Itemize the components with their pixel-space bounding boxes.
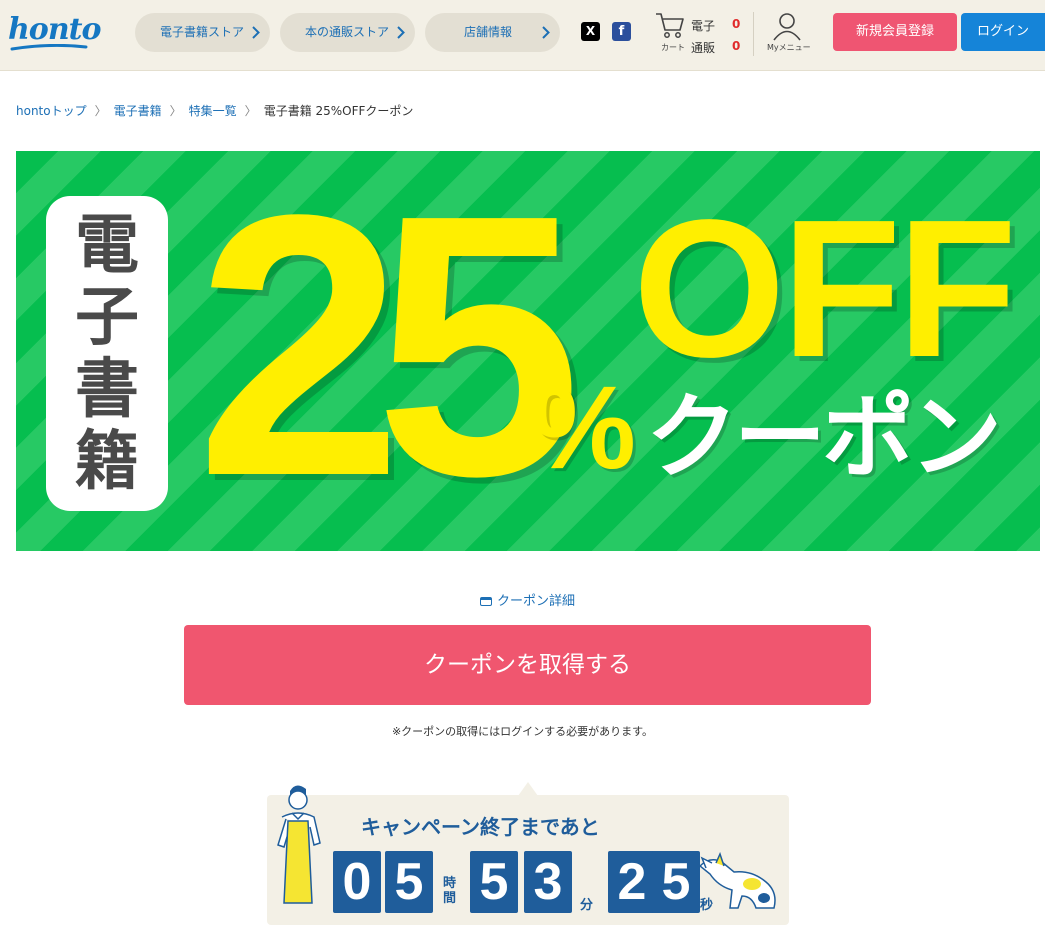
nav-ebook-store-label: 電子書籍ストア (160, 25, 245, 39)
mymenu-label: Myメニュー (767, 43, 811, 52)
coupon-detail-label: クーポン詳細 (497, 594, 576, 609)
banner-coupon-text: クーポン (646, 384, 1002, 491)
login-button[interactable]: ログイン (961, 13, 1045, 51)
login-required-note: ※クーポンの取得にはログインする必要があります。 (391, 725, 654, 738)
breadcrumb-separator-icon: 〉 (169, 104, 182, 118)
breadcrumb-separator-icon: 〉 (244, 104, 257, 118)
countdown-seconds-tens-digit: 2 (608, 851, 656, 913)
header-divider (753, 12, 754, 56)
site-header: honto 電子書籍ストア 本の通販ストア 店舗情報 X f カート 電子 0 … (0, 0, 1045, 71)
banner-tag-char: 電 (75, 208, 139, 283)
banner-tag-char: 書 (75, 352, 139, 427)
nav-ebook-store[interactable]: 電子書籍ストア (135, 13, 270, 52)
countdown-hours-unit: 時間 (443, 876, 457, 906)
cart-mailorder-count: 0 (732, 39, 741, 53)
chevron-right-icon (397, 26, 405, 39)
nav-book-store-label: 本の通販ストア (305, 25, 390, 39)
breadcrumb-link-top[interactable]: hontoトップ (16, 102, 87, 119)
staff-illustration-icon (277, 785, 321, 904)
banner-tag-char: 籍 (75, 424, 139, 499)
logo-swoosh-icon (10, 44, 88, 51)
card-icon (480, 597, 492, 606)
banner-percent-sign: % (531, 362, 636, 494)
nav-store-info[interactable]: 店舗情報 (425, 13, 560, 52)
banner-discount-number: 25 (196, 151, 582, 551)
coupon-detail-link[interactable]: クーポン詳細 (480, 590, 575, 609)
countdown-seconds-ones-digit: 5 (652, 851, 700, 913)
cart-icon[interactable] (654, 11, 686, 41)
countdown-minutes-tens-digit: 5 (470, 851, 518, 913)
breadcrumb-link-ebook[interactable]: 電子書籍 (114, 102, 162, 119)
register-button[interactable]: 新規会員登録 (833, 13, 957, 51)
countdown-title: キャンペーン終了まであと (361, 815, 600, 839)
countdown-hours-ones-digit: 5 (385, 851, 433, 913)
cart-mailorder-label: 通販 (691, 41, 716, 55)
cart-ebook-label: 電子 (691, 19, 716, 33)
nav-book-store[interactable]: 本の通販ストア (280, 13, 415, 52)
countdown-minutes-unit: 分 (580, 898, 594, 913)
nav-store-info-label: 店舗情報 (464, 25, 513, 39)
breadcrumb-link-features[interactable]: 特集一覧 (189, 102, 237, 119)
countdown-minutes-ones-digit: 3 (524, 851, 572, 913)
facebook-share-icon[interactable]: f (612, 22, 631, 41)
breadcrumb: hontoトップ〉電子書籍〉特集一覧〉電子書籍 25%OFFクーポン (16, 102, 413, 119)
chevron-right-icon (542, 26, 550, 39)
banner-off-text: OFF (633, 179, 1017, 398)
campaign-banner: 電 子 書 籍 25 % OFF クーポン (16, 151, 1040, 551)
chevron-right-icon (252, 26, 260, 39)
breadcrumb-current: 電子書籍 25%OFFクーポン (263, 104, 414, 118)
countdown-hours-tens-digit: 0 (333, 851, 381, 913)
banner-ebook-tag: 電 子 書 籍 (46, 196, 168, 511)
cat-illustration-icon (698, 852, 776, 909)
cart-ebook-count: 0 (732, 17, 741, 31)
user-icon[interactable] (772, 11, 802, 41)
cart-caption: カート (661, 43, 685, 52)
x-share-icon[interactable]: X (581, 22, 600, 41)
honto-logo[interactable]: honto (8, 12, 101, 47)
get-coupon-button[interactable]: クーポンを取得する (184, 625, 871, 705)
countdown-notch (518, 782, 538, 796)
breadcrumb-separator-icon: 〉 (94, 104, 107, 118)
banner-tag-char: 子 (75, 280, 139, 355)
